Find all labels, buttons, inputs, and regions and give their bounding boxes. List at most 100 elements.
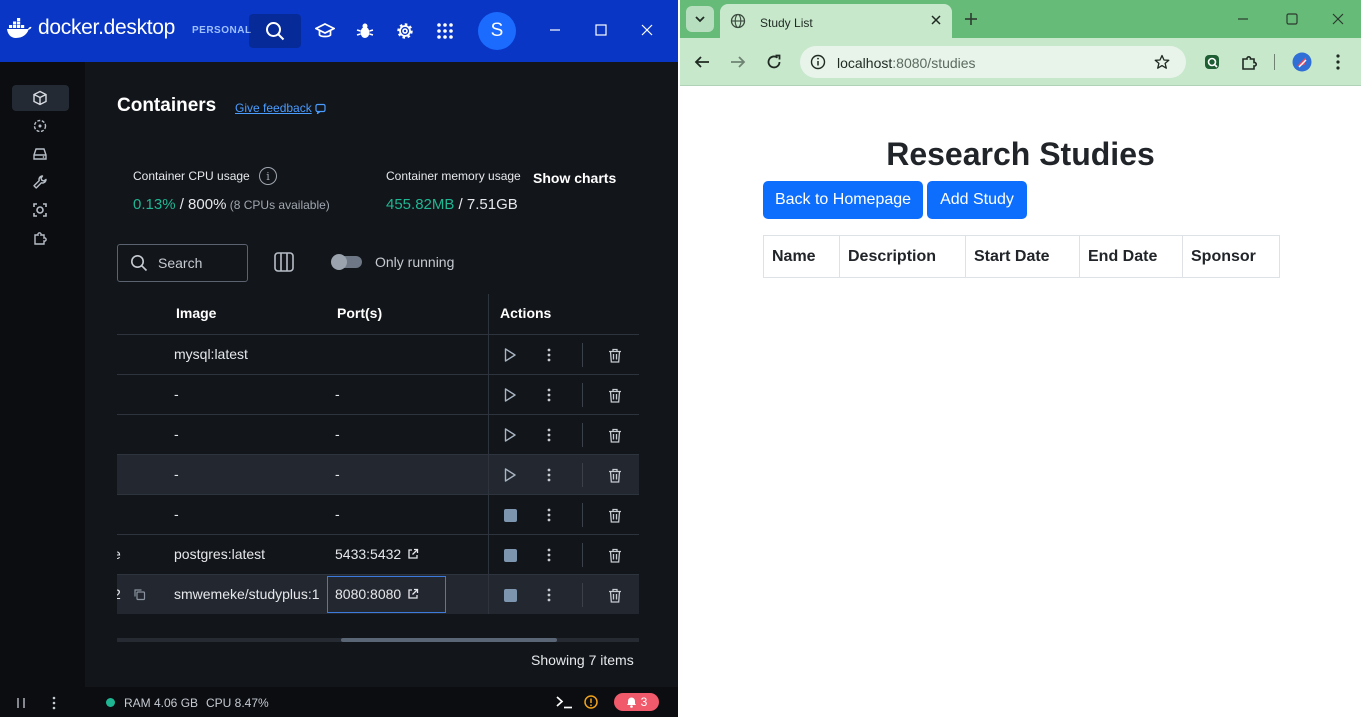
global-search-button[interactable] [249,14,301,48]
show-charts-button[interactable]: Show charts [533,170,616,186]
table-row[interactable]: -- [117,455,639,495]
trash-icon [609,428,621,443]
web-page: Research Studies Back to Homepage Add St… [680,86,1361,717]
start-button[interactable] [500,385,520,405]
table-row[interactable]: mysql:latest [117,335,639,375]
extensions-grid-button[interactable] [435,21,455,41]
stop-button[interactable] [500,585,520,605]
warning-icon[interactable] [584,695,598,709]
forward-button[interactable] [728,52,748,72]
row-image: smwemeke/studyplus:1 [174,586,320,602]
external-link-icon[interactable] [407,588,419,600]
extensions-menu-button[interactable] [1239,52,1259,72]
stop-button[interactable] [500,505,520,525]
learning-center-button[interactable] [315,21,335,41]
info-icon[interactable]: i [259,167,277,185]
container-search-input[interactable]: Search [117,244,248,282]
column-settings-button[interactable] [273,251,295,273]
copy-icon[interactable] [133,588,146,601]
close-tab-icon[interactable] [931,15,941,25]
minimize-icon[interactable] [1237,13,1249,25]
row-more-button[interactable] [539,585,559,605]
images-icon [33,119,47,133]
sidebar-item-builds[interactable] [12,169,69,195]
puzzle-icon [1242,56,1257,70]
cpu-usage-label: Container CPU usage [133,169,250,183]
more-vertical-icon[interactable] [52,696,56,710]
sidebar-item-extensions[interactable] [12,225,69,251]
maximize-icon[interactable] [1286,13,1298,25]
row-more-button[interactable] [539,345,559,365]
star-icon[interactable] [1154,54,1170,70]
extension-button[interactable] [1202,52,1222,72]
add-study-button[interactable]: Add Study [927,181,1027,219]
delete-button[interactable] [605,385,625,405]
start-button[interactable] [500,465,520,485]
delete-button[interactable] [605,545,625,565]
row-more-button[interactable] [539,385,559,405]
row-name-fragment: e [117,546,121,562]
new-tab-icon[interactable] [964,12,978,26]
row-ports[interactable]: 8080:8080 [335,586,419,602]
table-row[interactable]: 2 smwemeke/studyplus:1 8080:8080 [117,575,639,614]
table-row[interactable]: -- [117,375,639,415]
sidebar-item-scout[interactable] [12,197,69,223]
sidebar-item-images[interactable] [12,113,69,139]
address-bar[interactable]: localhost:8080/studies [800,46,1186,78]
external-link-icon[interactable] [407,548,419,560]
delete-button[interactable] [605,425,625,445]
play-icon [504,388,516,402]
column-header-ports[interactable]: Port(s) [337,294,382,334]
reload-button[interactable] [764,52,784,72]
account-avatar[interactable]: S [478,12,516,50]
table-row[interactable]: -- [117,495,639,535]
delete-button[interactable] [605,585,625,605]
table-row[interactable]: e postgres:latest 5433:5432 [117,535,639,575]
row-more-button[interactable] [539,465,559,485]
action-separator [582,463,583,487]
tab-study-list[interactable]: Study List [720,4,952,38]
stop-button[interactable] [500,545,520,565]
bug-icon [356,23,374,38]
horizontal-scrollbar[interactable] [117,638,639,642]
row-ports[interactable]: 5433:5432 [335,546,419,562]
chrome-menu-button[interactable] [1328,52,1348,72]
sidebar-item-containers[interactable] [12,85,69,111]
ram-usage: RAM 4.06 GB [124,696,199,710]
maximize-button[interactable] [591,20,611,40]
back-to-homepage-button[interactable]: Back to Homepage [763,181,923,219]
sidebar-item-volumes[interactable] [12,141,69,167]
scout-target-icon [33,203,47,217]
table-row[interactable]: -- [117,415,639,455]
row-name-fragment: 2 [117,586,121,602]
notifications-badge[interactable]: 3 [614,693,659,711]
tab-search-button[interactable] [686,6,714,32]
row-more-button[interactable] [539,505,559,525]
row-ports: - [335,386,340,402]
terminal-icon[interactable] [556,695,573,709]
row-more-button[interactable] [539,545,559,565]
scrollbar-thumb[interactable] [341,638,557,642]
back-button[interactable] [692,52,712,72]
troubleshoot-button[interactable] [355,21,375,41]
close-button[interactable] [637,20,657,40]
close-icon[interactable] [1332,13,1344,25]
start-button[interactable] [500,345,520,365]
profile-button[interactable] [1292,52,1312,72]
settings-button[interactable] [395,21,415,41]
minimize-button[interactable] [545,20,565,40]
cpu-usage-value: 0.13% / 800% (8 CPUs available) [133,196,330,213]
site-info-icon[interactable] [810,54,826,70]
delete-button[interactable] [605,465,625,485]
give-feedback-link[interactable]: Give feedback [235,101,326,115]
docker-logo[interactable]: docker.desktop [6,16,175,40]
row-image: - [174,386,179,402]
start-button[interactable] [500,425,520,445]
row-more-button[interactable] [539,425,559,445]
column-header-image[interactable]: Image [176,294,216,334]
notification-count: 3 [640,695,648,709]
delete-button[interactable] [605,505,625,525]
delete-button[interactable] [605,345,625,365]
only-running-toggle[interactable] [331,254,362,270]
sidebar-toggle-icon[interactable] [16,697,28,709]
